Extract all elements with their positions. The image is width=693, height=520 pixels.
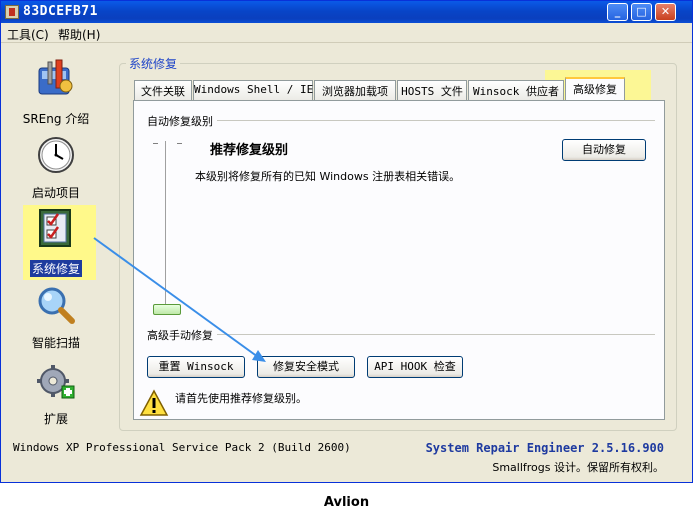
application-window: 83DCEFB71 _ □ ✕ 工具(C) 帮助(H) SREng 介绍 启动项…: [0, 0, 693, 483]
warning-icon: [139, 389, 169, 416]
auto-repair-section-title: 自动修复级别: [147, 115, 213, 128]
menu-bar: 工具(C) 帮助(H): [1, 23, 692, 43]
gear-plus-icon: [37, 365, 75, 399]
title-bar[interactable]: 83DCEFB71 _ □ ✕: [1, 1, 692, 23]
image-caption: Avlion: [323, 495, 370, 510]
close-button[interactable]: ✕: [655, 3, 676, 21]
tab-browser-addons[interactable]: 浏览器加载项: [314, 80, 396, 100]
app-icon: [5, 5, 19, 19]
warning-text: 请首先使用推荐修复级别。: [175, 392, 307, 405]
sidebar-item-scan[interactable]: 智能扫描: [16, 285, 96, 351]
os-info: Windows XP Professional Service Pack 2 (…: [13, 441, 351, 454]
checklist-icon: [39, 209, 71, 247]
sidebar-item-label: 智能扫描: [31, 336, 80, 350]
sidebar-item-label: 扩展: [43, 412, 68, 426]
copyright-text: Smallfrogs 设计。保留所有权利。: [492, 461, 664, 474]
repair-level-slider-thumb[interactable]: [153, 304, 181, 315]
clock-icon: [38, 137, 74, 173]
repair-level-title: 推荐修复级别: [210, 143, 289, 158]
sidebar-item-label: 系统修复: [30, 260, 82, 277]
tab-windows-shell-ie[interactable]: Windows Shell / IE: [193, 80, 313, 100]
manual-repair-section-title: 高级手动修复: [147, 329, 213, 342]
repair-level-slider-track[interactable]: [165, 141, 168, 311]
toolbox-icon: [38, 59, 73, 95]
repair-safe-mode-button[interactable]: 修复安全模式: [257, 356, 355, 378]
menu-help[interactable]: 帮助(H): [58, 26, 100, 43]
maximize-button[interactable]: □: [631, 3, 652, 21]
minimize-button[interactable]: _: [607, 3, 628, 21]
api-hook-check-button[interactable]: API HOOK 检查: [367, 356, 463, 378]
sidebar-item-startup[interactable]: 启动项目: [16, 134, 96, 200]
groupbox-title: 系统修复: [126, 55, 181, 72]
separator: [217, 334, 655, 335]
tab-advanced-repair[interactable]: 高级修复: [565, 77, 625, 100]
magnifier-icon: [38, 287, 75, 324]
sidebar-item-extensions[interactable]: 扩展: [16, 362, 96, 428]
repair-level-description: 本级别将修复所有的已知 Windows 注册表相关错误。: [195, 170, 461, 183]
slider-tick: [177, 143, 182, 144]
sidebar-item-label: 启动项目: [31, 186, 80, 200]
separator: [217, 120, 655, 121]
product-name: System Repair Engineer 2.5.16.900: [425, 441, 664, 455]
slider-tick: [153, 143, 158, 144]
window-title: 83DCEFB71: [23, 4, 98, 19]
sidebar-item-label: SREng 介绍: [22, 112, 90, 126]
reset-winsock-button[interactable]: 重置 Winsock: [147, 356, 245, 378]
sidebar-item-intro[interactable]: SREng 介绍: [16, 56, 96, 126]
auto-repair-button[interactable]: 自动修复: [562, 139, 646, 161]
tab-file-association[interactable]: 文件关联: [134, 80, 192, 100]
tab-hosts-file[interactable]: HOSTS 文件: [397, 80, 467, 100]
menu-tools[interactable]: 工具(C): [7, 26, 49, 43]
tab-winsock-provider[interactable]: Winsock 供应者: [468, 80, 564, 100]
sidebar-item-repair[interactable]: 系统修复: [16, 208, 96, 278]
